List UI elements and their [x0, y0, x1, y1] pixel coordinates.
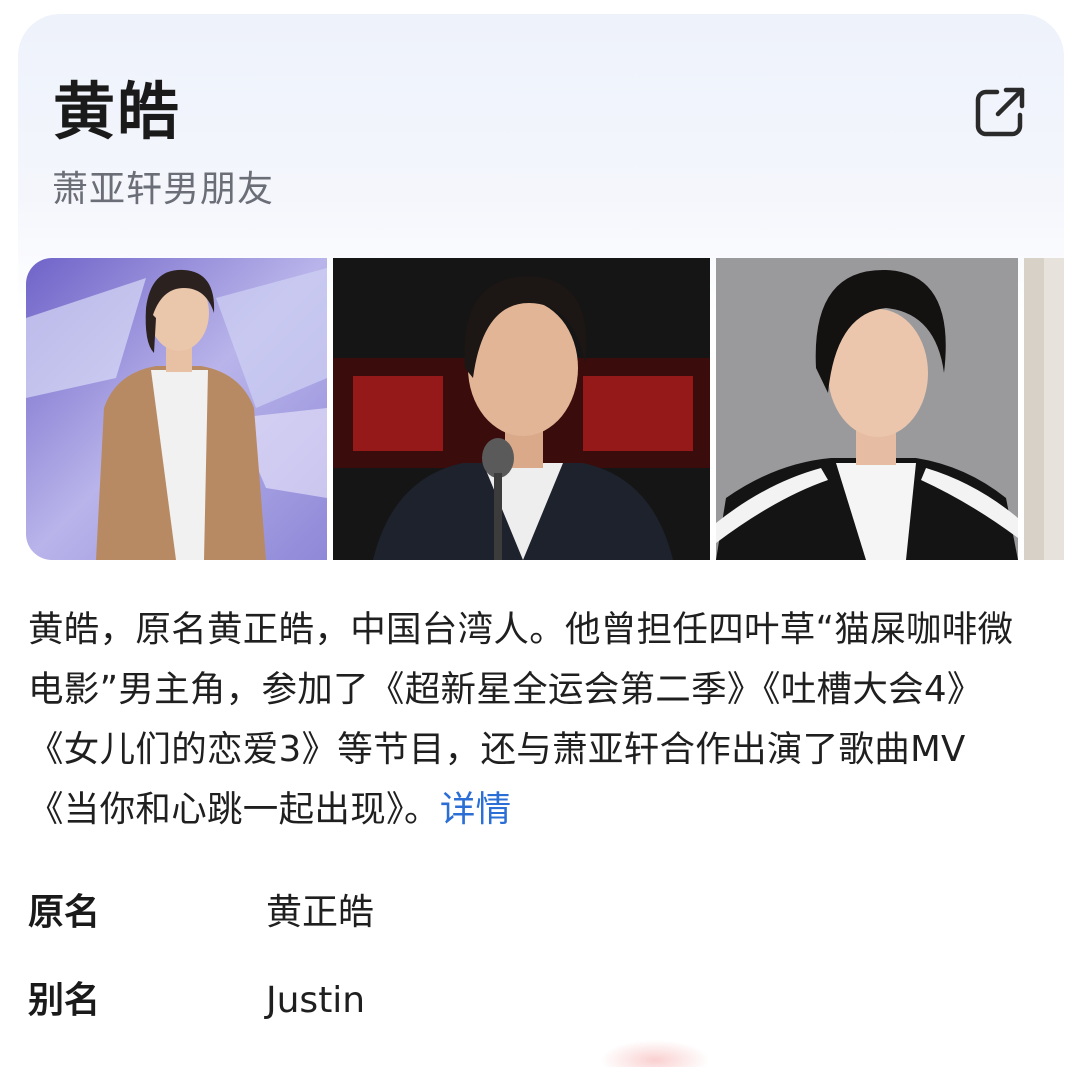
entity-description: 黄皓，原名黄正皓，中国台湾人。他曾担任四叶草“猫屎咖啡微电影”男主角，参加了《超…	[28, 600, 1018, 840]
share-external-icon[interactable]	[972, 82, 1030, 140]
info-value: Justin	[266, 980, 366, 1021]
gallery-photo-1[interactable]	[26, 258, 327, 560]
photo-gallery[interactable]	[26, 258, 1064, 560]
entity-title: 黄皓	[53, 75, 182, 148]
gallery-photo-3[interactable]	[716, 258, 1018, 560]
gallery-photo-2[interactable]	[333, 258, 710, 560]
details-link[interactable]: 详情	[440, 789, 512, 830]
info-label: 原名	[28, 892, 101, 933]
info-label: 别名	[28, 980, 101, 1021]
info-value: 黄正皓	[266, 892, 375, 933]
description-text: 黄皓，原名黄正皓，中国台湾人。他曾担任四叶草“猫屎咖啡微电影”男主角，参加了《超…	[28, 609, 1014, 830]
entity-subtitle: 萧亚轩男朋友	[52, 169, 275, 210]
gallery-photo-4-partial[interactable]	[1024, 258, 1064, 560]
